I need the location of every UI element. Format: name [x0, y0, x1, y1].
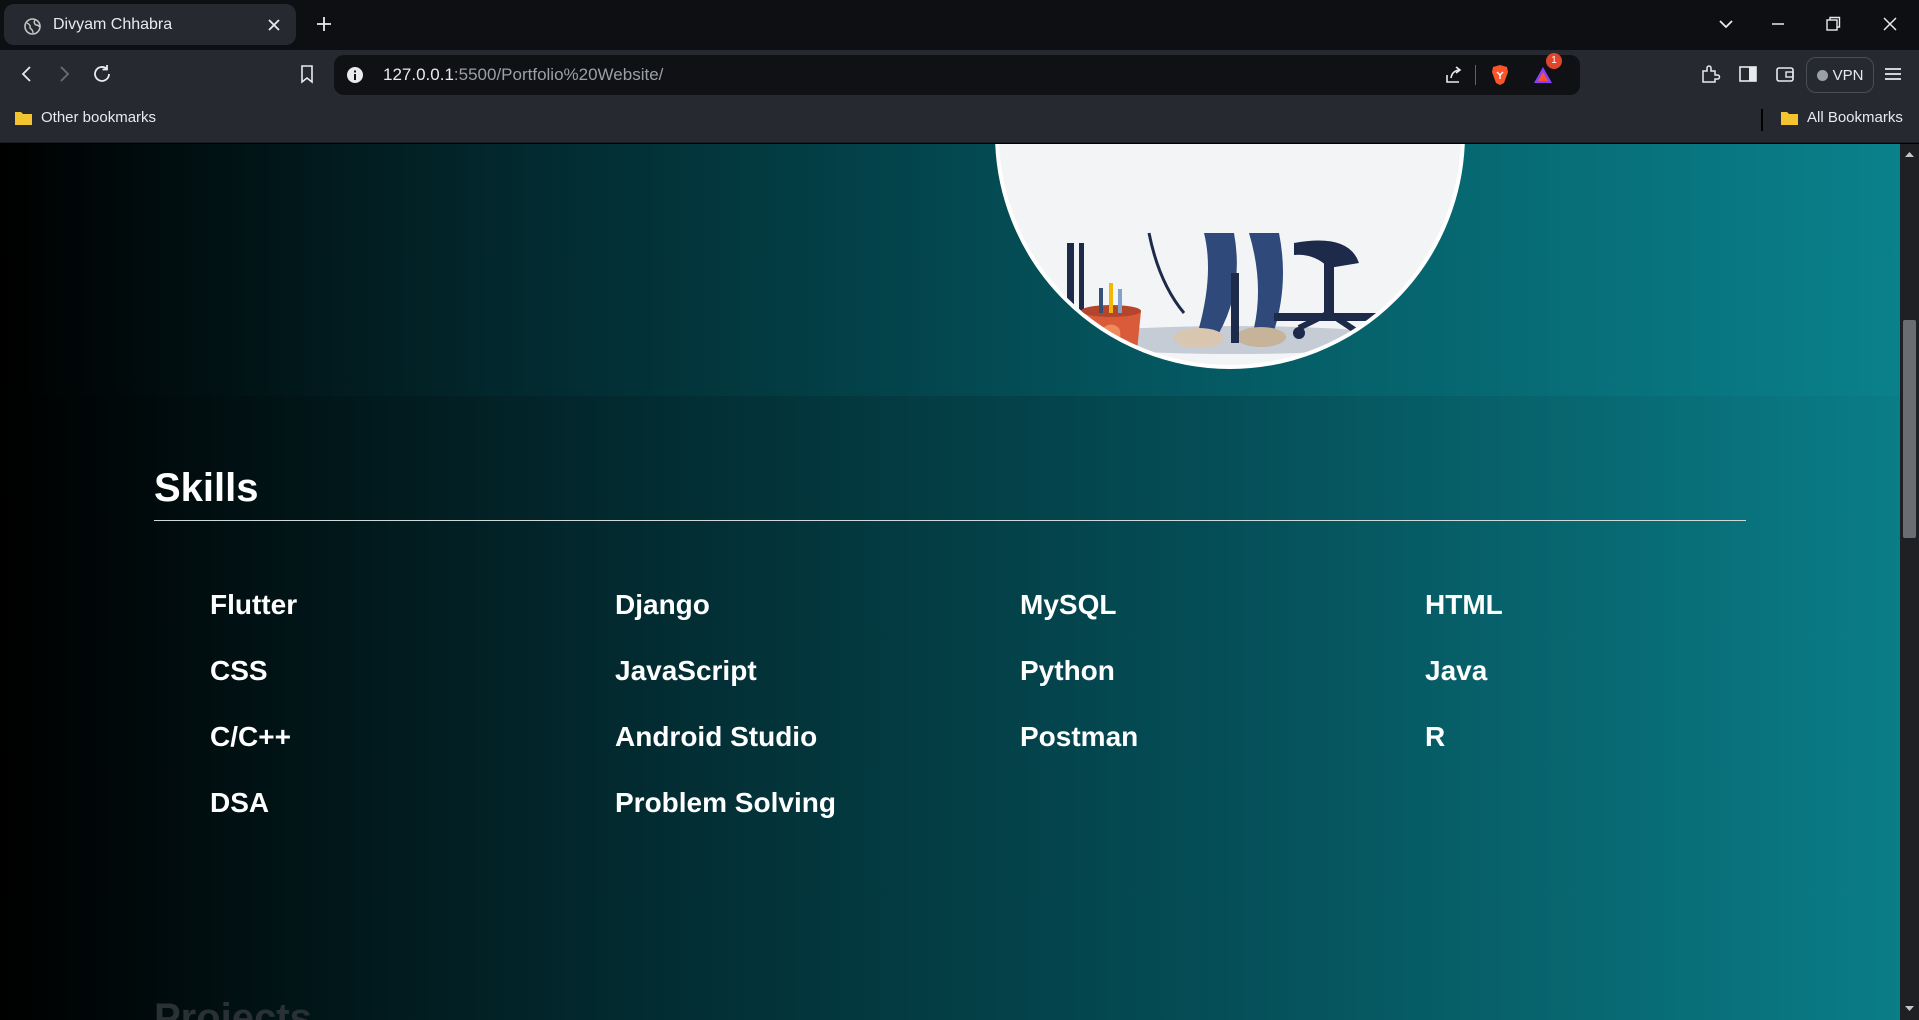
bookmark-other[interactable]: Other bookmarks: [14, 109, 156, 126]
profile-illustration: [995, 144, 1465, 369]
tab-title: Divyam Chhabra: [53, 16, 173, 33]
projects-heading: Projects: [154, 996, 312, 1020]
scroll-down-icon[interactable]: [1904, 1003, 1915, 1014]
skill-item: Postman: [1020, 721, 1139, 752]
vpn-status-icon: [1816, 69, 1828, 81]
skills-grid: Flutter Django MySQL HTML CSS JavaScript…: [210, 588, 1830, 820]
skill-item: R: [1425, 721, 1446, 752]
url-path: :5500/Portfolio%20Website/: [453, 65, 664, 84]
skill-item: C/C++: [210, 721, 291, 752]
wallet-icon[interactable]: [1774, 63, 1796, 85]
browser-tab[interactable]: Divyam Chhabra: [4, 4, 296, 45]
skills-heading: Skills: [154, 466, 259, 510]
menu-icon[interactable]: [1882, 63, 1904, 85]
tab-search-chevron-icon[interactable]: [1714, 12, 1738, 36]
skill-item: Problem Solving: [615, 787, 836, 818]
skill-item: Java: [1425, 655, 1488, 686]
skills-section: Skills Flutter Django MySQL HTML CSS Jav…: [0, 396, 1900, 1020]
scroll-up-icon[interactable]: [1904, 149, 1915, 160]
url-text[interactable]: 127.0.0.1:5500/Portfolio%20Website/: [383, 65, 663, 85]
close-tab-icon[interactable]: [264, 15, 284, 35]
skill-item: HTML: [1425, 589, 1503, 620]
folder-icon: [1781, 111, 1798, 125]
bookmarks-bar: [0, 100, 1919, 143]
vpn-label: VPN: [1832, 66, 1864, 84]
bookmark-icon[interactable]: [296, 63, 318, 85]
skill-item: Android Studio: [615, 721, 818, 752]
forward-icon[interactable]: [53, 63, 75, 85]
minimize-icon[interactable]: [1766, 12, 1790, 36]
rewards-badge: 1: [1546, 53, 1562, 69]
brave-shields-icon[interactable]: [1489, 64, 1511, 86]
bookmark-other-label: Other bookmarks: [41, 109, 157, 126]
skill-item: MySQL: [1020, 589, 1117, 620]
skill-item: Flutter: [210, 589, 298, 620]
developer-illustration: [1059, 232, 1409, 361]
page-viewport: Skills Flutter Django MySQL HTML CSS Jav…: [0, 144, 1900, 1020]
bookmarks-separator: [1761, 109, 1763, 131]
extensions-icon[interactable]: [1699, 63, 1721, 85]
bookmark-all[interactable]: All Bookmarks: [1780, 109, 1903, 126]
back-icon[interactable]: [16, 63, 38, 85]
bookmark-all-label: All Bookmarks: [1807, 109, 1903, 126]
skill-item: CSS: [210, 655, 268, 686]
share-icon[interactable]: [1443, 64, 1465, 86]
url-host: 127.0.0.1: [383, 65, 454, 84]
new-tab-icon[interactable]: [314, 14, 334, 34]
skill-item: Python: [1020, 655, 1115, 686]
close-window-icon[interactable]: [1878, 12, 1902, 36]
omnibox-divider: [1475, 65, 1476, 85]
reload-icon[interactable]: [91, 63, 113, 85]
skill-item: DSA: [210, 787, 270, 818]
hero-section: [0, 144, 1900, 396]
address-bar[interactable]: 127.0.0.1:5500/Portfolio%20Website/ 1: [334, 53, 1580, 95]
vpn-button[interactable]: VPN: [1806, 57, 1874, 93]
sidebar-icon[interactable]: [1737, 63, 1759, 85]
folder-icon: [15, 111, 32, 125]
skill-item: Django: [615, 589, 710, 620]
skills-divider: [154, 520, 1746, 521]
restore-icon[interactable]: [1821, 12, 1845, 36]
globe-icon: [24, 18, 41, 35]
site-info-icon[interactable]: [346, 66, 364, 84]
scroll-thumb[interactable]: [1903, 320, 1916, 538]
page-scrollbar[interactable]: [1900, 144, 1919, 1020]
skill-item: JavaScript: [615, 655, 757, 686]
